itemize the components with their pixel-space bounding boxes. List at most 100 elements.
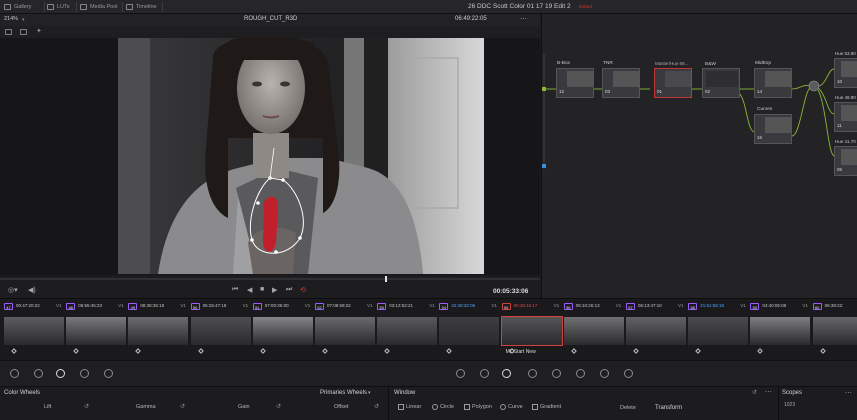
clip-thumbnail[interactable] (377, 317, 438, 345)
key-icon[interactable] (576, 369, 585, 378)
clip-thumbnail[interactable] (66, 317, 127, 345)
timeline-tab-label: Timeline (136, 4, 157, 10)
clip-keyframe-marker[interactable] (757, 348, 764, 354)
color-match-icon[interactable] (34, 369, 43, 378)
curves-icon[interactable] (456, 369, 465, 378)
linear-window-tool[interactable]: Linear (398, 404, 421, 410)
node-label: B-Box (557, 61, 571, 66)
scopes-options-icon[interactable]: ⋯ (845, 389, 852, 397)
clip-thumbnail[interactable] (812, 317, 857, 345)
split-screen-icon[interactable] (20, 29, 27, 35)
reset-gain-icon[interactable]: ↺ (276, 403, 281, 410)
circle-window-tool[interactable]: Circle (432, 404, 454, 410)
reverse-button[interactable]: ◀ (247, 286, 252, 294)
node-number: 10 (837, 79, 843, 84)
audio-icon[interactable]: ◀) (28, 286, 36, 294)
clip-thumbnail[interactable] (128, 317, 189, 345)
primaries-wheels-dropdown[interactable]: Primaries Wheels (320, 390, 367, 396)
delete-window-button[interactable]: Delete (620, 405, 636, 411)
clip-thumbnail[interactable] (563, 317, 624, 345)
reset-offset-icon[interactable]: ↺ (374, 403, 379, 410)
clip-keyframe-marker[interactable] (322, 348, 328, 354)
clip-keyframe-marker[interactable] (135, 348, 142, 354)
3d-icon[interactable] (624, 369, 633, 378)
timeline-tab[interactable]: Timeline (126, 2, 157, 12)
highlight-icon[interactable]: ✦ (36, 27, 42, 35)
node-tnr[interactable]: TNR 03 (602, 61, 640, 98)
clip-keyframe-marker[interactable] (570, 348, 577, 354)
clip-thumbnail[interactable] (4, 317, 64, 345)
clip-keyframe-marker[interactable] (446, 348, 453, 354)
clip-keyframe-marker[interactable] (819, 348, 826, 354)
clip-keyframe-marker[interactable] (384, 348, 391, 354)
viewer-header: 214% ▾ ROUGH_CUT_R3D 06:49:22:05 ⋯ (0, 14, 540, 26)
clip-keyframe-marker[interactable] (259, 348, 266, 354)
viewer-options-icon[interactable]: ⋯ (520, 15, 527, 23)
node-hue-41[interactable]: Hue 41.70 05 (834, 139, 857, 176)
node-hue-53[interactable]: Hue 53.90 10 (834, 51, 857, 88)
lift-label: Lift (44, 404, 52, 410)
clip-thumbnail[interactable] (750, 317, 811, 345)
node-thumbnail (841, 149, 857, 165)
zoom-level[interactable]: 214% (4, 16, 18, 22)
zoom-dropdown-icon[interactable]: ▾ (22, 17, 25, 23)
clip-thumbnail[interactable] (500, 316, 563, 346)
play-button[interactable]: ▶ (272, 286, 277, 294)
sizing-icon[interactable] (600, 369, 609, 378)
node-master-hue[interactable]: Master/Hue 69... 01 (654, 61, 692, 98)
media-pool-tab[interactable]: Media Pool (80, 2, 118, 12)
go-to-start-button[interactable]: ⏮ (232, 286, 238, 294)
motion-effects-icon[interactable] (104, 369, 113, 378)
playhead[interactable] (385, 276, 387, 282)
loop-icon[interactable]: ⟲ (300, 286, 306, 294)
color-wheels-icon[interactable] (56, 369, 65, 378)
clip-number-badge: 48 (66, 303, 76, 310)
clip-keyframe-marker[interactable] (633, 348, 639, 354)
window-icon[interactable] (502, 369, 511, 378)
clip-thumbnail[interactable] (626, 317, 686, 345)
clip-keyframe-marker[interactable] (695, 348, 702, 354)
transport-timecode: 00:05:33:06 (493, 288, 529, 295)
node-bbox[interactable]: B-Box 12 (556, 61, 594, 98)
node-number: 03 (605, 89, 611, 94)
window-options-icon[interactable]: ⋯ (765, 388, 772, 396)
clip-keyframe-marker[interactable] (73, 348, 80, 354)
curve-window-tool[interactable]: Curve (500, 404, 523, 410)
rgb-mixer-icon[interactable] (80, 369, 89, 378)
clip-thumbnail[interactable] (315, 317, 375, 345)
clip-thumbnail[interactable] (688, 317, 749, 345)
reset-window-icon[interactable]: ↺ (752, 389, 757, 396)
color-wheels-title: Color Wheels (4, 390, 41, 396)
node-curves[interactable]: Curves 15 (754, 107, 792, 144)
luts-tab[interactable]: LUTs (47, 2, 70, 12)
clip-number-badge: 49 (128, 303, 138, 310)
clip-thumbnail[interactable] (252, 317, 313, 345)
gradient-window-tool[interactable]: Gradient (532, 404, 561, 410)
scrub-bar[interactable] (0, 278, 540, 280)
clip-thumbnail[interactable] (439, 317, 500, 345)
reset-lift-icon[interactable]: ↺ (84, 403, 89, 410)
node-midexp[interactable]: MidExp 14 (754, 61, 792, 98)
gallery-tab[interactable]: Gallery (4, 2, 31, 12)
node-thumbnail (706, 71, 738, 87)
clip-thumbnail[interactable] (190, 317, 251, 345)
clip-number-badge: 59 (750, 303, 760, 310)
media-pool-icon (80, 4, 87, 10)
clip-keyframe-marker[interactable] (197, 348, 204, 354)
polygon-window-tool[interactable]: Polygon (464, 404, 492, 410)
node-hue-49[interactable]: Hue 49.80 11 (834, 95, 857, 132)
blur-icon[interactable] (552, 369, 561, 378)
image-wipe-icon[interactable] (5, 29, 12, 35)
stop-button[interactable]: ■ (260, 286, 264, 293)
palette-toolbar (0, 360, 857, 386)
camera-raw-icon[interactable] (10, 369, 19, 378)
tracker-icon[interactable] (528, 369, 537, 378)
node-bw[interactable]: B&W 02 (702, 62, 740, 98)
qualifier-icon[interactable] (480, 369, 489, 378)
chevron-down-icon[interactable]: ▾ (368, 390, 371, 396)
go-to-end-button[interactable]: ⏭ (286, 286, 292, 294)
node-label: MidExp (755, 61, 771, 66)
reset-gamma-icon[interactable]: ↺ (180, 403, 185, 410)
clip-keyframe-marker[interactable] (11, 348, 17, 354)
viewer-mode-icon[interactable]: ◎▾ (8, 286, 18, 294)
